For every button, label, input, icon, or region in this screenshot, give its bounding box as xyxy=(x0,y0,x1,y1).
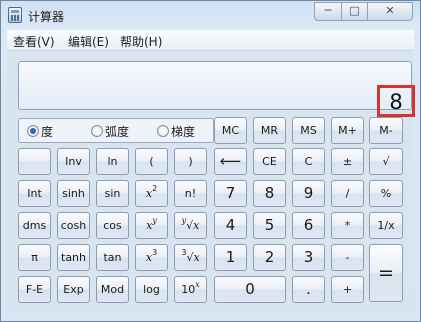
digit-9-button[interactable]: 9 xyxy=(292,180,325,207)
factorial-button[interactable]: n! xyxy=(174,180,207,207)
mc-button[interactable]: MC xyxy=(214,117,247,144)
menu-bar: 查看(V) 编辑(E) 帮助(H) xyxy=(7,30,414,51)
digit-0-button[interactable]: 0 xyxy=(214,276,286,303)
cube-root-index: 3 xyxy=(181,248,187,257)
mod-button[interactable]: Mod xyxy=(96,276,129,303)
digit-2-button[interactable]: 2 xyxy=(253,244,286,271)
equals-button[interactable]: = xyxy=(369,244,403,302)
radio-degrees-label: 度 xyxy=(41,125,54,139)
fe-button[interactable]: F-E xyxy=(18,276,51,303)
x-power-y-exp: y xyxy=(152,216,157,225)
digit-8-button[interactable]: 8 xyxy=(253,180,286,207)
close-paren-button[interactable]: ) xyxy=(174,148,207,175)
percent-button[interactable]: % xyxy=(369,180,403,207)
y-root-body: √x xyxy=(186,219,200,232)
plus-minus-button[interactable]: ± xyxy=(331,148,364,175)
close-button[interactable]: ✕ xyxy=(367,2,413,21)
maximize-button[interactable]: □ xyxy=(341,2,368,21)
digit-7-button[interactable]: 7 xyxy=(214,180,247,207)
menu-help[interactable]: 帮助(H) xyxy=(120,33,162,50)
c-button[interactable]: C xyxy=(292,148,325,175)
window-title: 计算器 xyxy=(28,10,65,24)
cos-button[interactable]: cos xyxy=(96,212,129,239)
ms-button[interactable]: MS xyxy=(292,117,325,144)
radio-dot-icon xyxy=(27,125,39,137)
sinh-button[interactable]: sinh xyxy=(57,180,90,207)
angle-mode-group: 度 弧度 梯度 xyxy=(18,118,214,143)
menu-edit[interactable]: 编辑(E) xyxy=(68,33,109,50)
cube-root-button[interactable]: 3√x xyxy=(174,244,207,271)
y-root-index: y xyxy=(181,216,187,225)
digit-4-button[interactable]: 4 xyxy=(214,212,247,239)
pi-button[interactable]: π xyxy=(18,244,51,271)
reciprocal-button[interactable]: 1/x xyxy=(369,212,403,239)
open-paren-button[interactable]: ( xyxy=(135,148,168,175)
ten-power-x-button[interactable]: 10x xyxy=(174,276,207,303)
digit-6-button[interactable]: 6 xyxy=(292,212,325,239)
dms-button[interactable]: dms xyxy=(18,212,51,239)
digit-5-button[interactable]: 5 xyxy=(253,212,286,239)
decimal-button[interactable]: . xyxy=(292,276,325,303)
ln-button[interactable]: ln xyxy=(96,148,129,175)
minimize-button[interactable]: ─ xyxy=(314,2,342,21)
mr-button[interactable]: MR xyxy=(253,117,286,144)
add-button[interactable]: + xyxy=(331,276,364,303)
inv-button[interactable]: Inv xyxy=(57,148,90,175)
y-root-x-button[interactable]: y√x xyxy=(174,212,207,239)
ce-button[interactable]: CE xyxy=(253,148,286,175)
x-cubed-exp: 3 xyxy=(152,248,158,257)
digit-3-button[interactable]: 3 xyxy=(292,244,325,271)
digit-1-button[interactable]: 1 xyxy=(214,244,247,271)
divide-button[interactable]: / xyxy=(331,180,364,207)
x-squared-exp: 2 xyxy=(152,184,158,193)
m-minus-button[interactable]: M- xyxy=(369,117,403,144)
sqrt-button[interactable]: √ xyxy=(369,148,403,175)
tan-button[interactable]: tan xyxy=(96,244,129,271)
display-highlight-box: 8 xyxy=(377,85,415,117)
cosh-button[interactable]: cosh xyxy=(57,212,90,239)
calculator-icon xyxy=(8,7,22,23)
display-panel: 8 xyxy=(18,61,415,117)
radio-dot-icon xyxy=(157,125,169,137)
m-plus-button[interactable]: M+ xyxy=(331,117,364,144)
blank-button[interactable] xyxy=(18,148,51,175)
int-button[interactable]: Int xyxy=(18,180,51,207)
exp-button[interactable]: Exp xyxy=(57,276,90,303)
x-power-y-button[interactable]: xy xyxy=(135,212,168,239)
radio-grads-label: 梯度 xyxy=(171,125,196,139)
radio-dot-icon xyxy=(91,125,103,137)
backspace-button[interactable]: ⟵ xyxy=(214,148,247,175)
subtract-button[interactable]: - xyxy=(331,244,364,271)
calculator-window: 计算器 ─ □ ✕ 查看(V) 编辑(E) 帮助(H) 8 度 弧度 梯度 MC… xyxy=(0,0,421,322)
tanh-button[interactable]: tanh xyxy=(57,244,90,271)
ten-power-base: 10 xyxy=(181,283,196,296)
x-cubed-button[interactable]: x3 xyxy=(135,244,168,271)
multiply-button[interactable]: * xyxy=(331,212,364,239)
sin-button[interactable]: sin xyxy=(96,180,129,207)
display-value: 8 xyxy=(389,90,403,114)
x-squared-button[interactable]: x2 xyxy=(135,180,168,207)
ten-power-exp: x xyxy=(195,280,200,289)
cube-root-body: √x xyxy=(186,251,200,264)
log-button[interactable]: log xyxy=(135,276,168,303)
menu-view[interactable]: 查看(V) xyxy=(13,33,55,50)
radio-radians-label: 弧度 xyxy=(105,125,130,139)
title-bar[interactable]: 计算器 ─ □ ✕ xyxy=(1,1,420,31)
calculator-body: 8 度 弧度 梯度 MC MR MS M+ M- Inv ln () Int … xyxy=(7,51,415,317)
